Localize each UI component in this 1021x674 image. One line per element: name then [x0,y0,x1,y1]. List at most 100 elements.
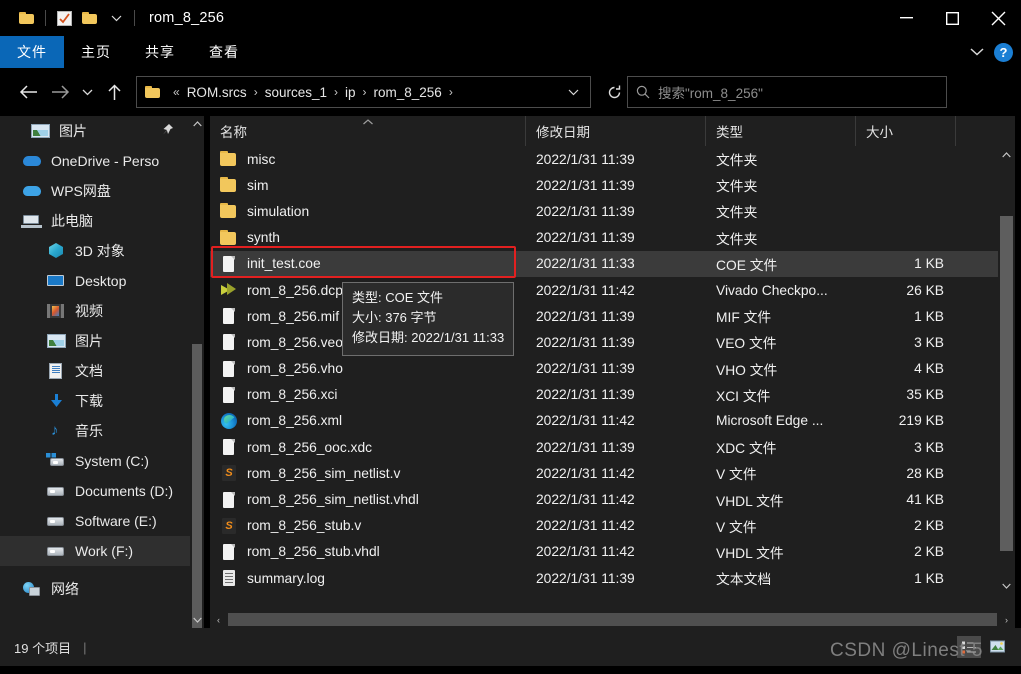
breadcrumb-sep-3[interactable]: › [444,85,458,99]
refresh-button[interactable] [601,77,627,107]
table-row[interactable]: S rom_8_256_stub.v 2022/1/31 11:42 V 文件 … [210,513,1015,539]
sidebar-item-work-f[interactable]: Work (F:) [0,536,204,566]
edge-icon [220,412,238,430]
column-header-type[interactable]: 类型 [706,116,856,146]
folder-icon[interactable] [14,5,40,31]
breadcrumb-sep-2[interactable]: › [358,85,372,99]
help-button[interactable]: ? [994,42,1013,62]
table-row[interactable]: misc 2022/1/31 11:39 文件夹 [210,146,1015,172]
sidebar-item-desktop[interactable]: Desktop [0,266,204,296]
sidebar-item-music[interactable]: ♪ 音乐 [0,416,204,446]
sidebar-item-documents-d[interactable]: Documents (D:) [0,476,204,506]
breadcrumb-item-2[interactable]: ip [343,85,358,100]
table-row[interactable]: S rom_8_256_sim_netlist.v 2022/1/31 11:4… [210,460,1015,486]
sidebar-scrollbar[interactable] [190,116,204,628]
tab-view[interactable]: 查看 [192,36,256,68]
collapse-ribbon-button[interactable] [970,43,984,61]
tab-home[interactable]: 主页 [64,36,128,68]
column-header-size[interactable]: 大小 [856,116,956,146]
table-row[interactable]: rom_8_256.vho 2022/1/31 11:39 VHO 文件 4 K… [210,356,1015,382]
up-button[interactable] [98,76,130,108]
recent-locations-button[interactable] [76,76,98,108]
hscroll-right-button[interactable]: › [998,615,1015,625]
list-scroll-down-button[interactable] [998,577,1015,594]
table-row[interactable]: rom_8_256.mif 2022/1/31 11:39 MIF 文件 1 K… [210,303,1015,329]
large-icons-view-icon[interactable] [987,636,1011,658]
sidebar-item-documents[interactable]: 文档 [0,356,204,386]
wps-cloud-icon [22,182,43,200]
breadcrumb-sep-1[interactable]: › [329,85,343,99]
hscroll-thumb[interactable] [228,613,997,626]
breadcrumb-sep-0[interactable]: › [249,85,263,99]
file-date: 2022/1/31 11:42 [536,492,635,508]
table-row[interactable]: sim 2022/1/31 11:39 文件夹 [210,172,1015,198]
table-row[interactable]: rom_8_256.xci 2022/1/31 11:39 XCI 文件 35 … [210,382,1015,408]
file-list-pane: 名称 修改日期 类型 大小 misc 2022/1/31 11:39 文件夹 s… [210,116,1015,628]
folder-icon-2[interactable] [77,5,103,31]
file-name: rom_8_256.dcp [247,282,343,298]
sidebar-item-3d-objects[interactable]: 3D 对象 [0,236,204,266]
sidebar-item-onedrive[interactable]: OneDrive - Perso [0,146,204,176]
sidebar-item-label: 视频 [75,303,103,319]
sidebar-item-this-pc[interactable]: 此电脑 [0,206,204,236]
close-button[interactable] [975,0,1021,36]
maximize-button[interactable] [929,0,975,36]
sidebar-scroll-down-button[interactable] [190,612,204,628]
tab-share[interactable]: 共享 [128,36,192,68]
table-row[interactable]: rom_8_256_stub.vhdl 2022/1/31 11:42 VHDL… [210,539,1015,565]
hscroll-left-button[interactable]: ‹ [210,615,227,625]
search-input[interactable]: 搜索"rom_8_256" [658,82,763,102]
pin-icon[interactable] [161,123,174,139]
file-type: Microsoft Edge ... [716,413,824,429]
search-box[interactable]: 搜索"rom_8_256" [627,76,947,108]
back-button[interactable] [12,76,44,108]
file-name: synth [247,230,280,246]
tab-file[interactable]: 文件 [0,36,64,68]
sidebar-scroll-thumb[interactable] [192,344,202,628]
file-list-hscrollbar[interactable]: ‹ › [210,611,1015,628]
file-list-scrollbar[interactable] [998,146,1015,594]
address-input[interactable]: « ROM.srcs › sources_1 › ip › rom_8_256 … [136,76,591,108]
file-name-cell: rom_8_256.vho [210,360,526,378]
checkbox-icon[interactable] [51,5,77,31]
table-row[interactable]: synth 2022/1/31 11:39 文件夹 [210,225,1015,251]
sidebar-item-network[interactable]: 网络 [0,574,204,604]
watermark: CSDN @Linest-5 [830,640,983,661]
file-date: 2022/1/31 11:39 [536,439,635,455]
table-row[interactable]: rom_8_256_ooc.xdc 2022/1/31 11:39 XDC 文件… [210,434,1015,460]
sidebar-item-system-c[interactable]: System (C:) [0,446,204,476]
sidebar-item-software-e[interactable]: Software (E:) [0,506,204,536]
minimize-button[interactable] [883,0,929,36]
tooltip-type: 类型: COE 文件 [352,290,444,305]
sidebar-item-pictures-quick[interactable]: 图片 [0,116,204,146]
list-scroll-up-button[interactable] [998,146,1015,163]
column-header-name[interactable]: 名称 [210,116,526,146]
sidebar-item-wps-cloud[interactable]: WPS网盘 [0,176,204,206]
picture-icon [46,332,67,350]
file-type: 文件夹 [716,153,758,169]
table-row[interactable]: rom_8_256.veo 2022/1/31 11:39 VEO 文件 3 K… [210,329,1015,355]
breadcrumb-item-0[interactable]: ROM.srcs [185,85,249,100]
sidebar-scroll-up-button[interactable] [190,116,204,132]
table-row[interactable]: rom_8_256.dcp 2022/1/31 11:42 Vivado Che… [210,277,1015,303]
breadcrumb-item-1[interactable]: sources_1 [263,85,329,100]
file-name-cell: S rom_8_256_sim_netlist.v [210,464,526,482]
sidebar-item-pictures[interactable]: 图片 [0,326,204,356]
breadcrumb-item-3[interactable]: rom_8_256 [372,85,444,100]
table-row[interactable]: rom_8_256_sim_netlist.vhdl 2022/1/31 11:… [210,486,1015,512]
sidebar-item-videos[interactable]: 视频 [0,296,204,326]
list-scroll-thumb[interactable] [1000,216,1013,551]
table-row[interactable]: rom_8_256.xml 2022/1/31 11:42 Microsoft … [210,408,1015,434]
table-row[interactable]: simulation 2022/1/31 11:39 文件夹 [210,198,1015,224]
file-name: rom_8_256.veo [247,334,343,350]
forward-button[interactable] [44,76,76,108]
videos-icon [46,302,67,320]
table-row[interactable]: summary.log 2022/1/31 11:39 文本文档 1 KB [210,565,1015,591]
table-row-selected[interactable]: init_test.coe 2022/1/31 11:33 COE 文件 1 K… [210,250,1015,277]
sidebar-item-downloads[interactable]: 下载 [0,386,204,416]
file-name: rom_8_256.mif [247,308,340,324]
file-name: rom_8_256_stub.vhdl [247,544,380,560]
address-dropdown-icon[interactable] [560,77,586,107]
column-header-date[interactable]: 修改日期 [526,116,706,146]
chevron-down-icon[interactable] [103,5,129,31]
